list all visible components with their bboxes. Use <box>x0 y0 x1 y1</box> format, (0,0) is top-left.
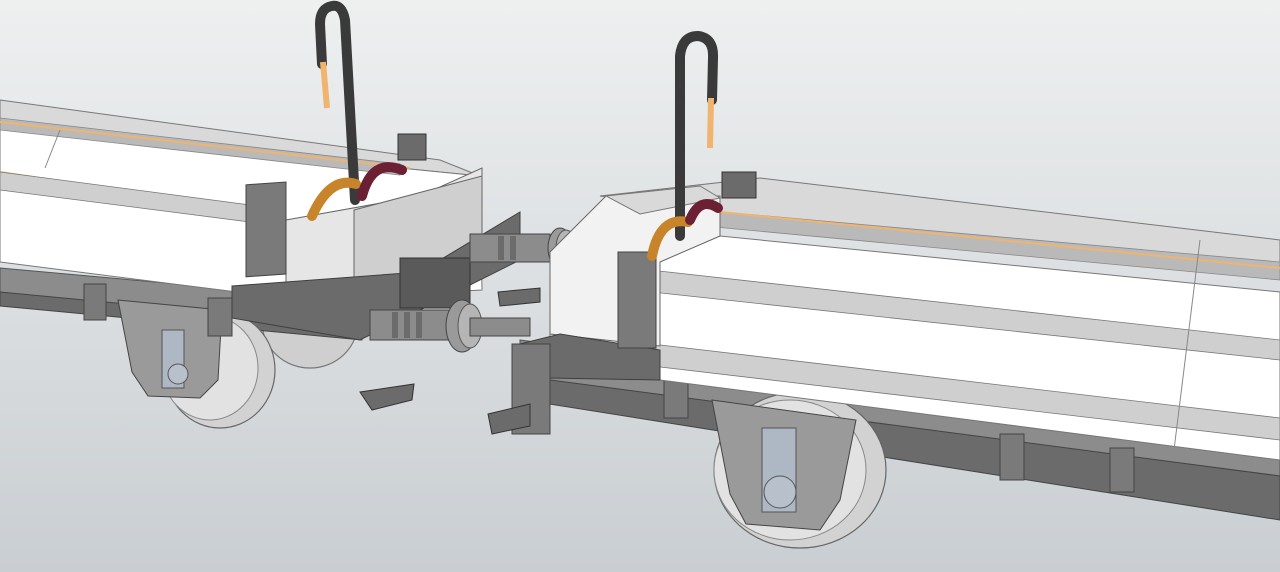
solebar-post <box>1109 447 1135 493</box>
grab-post-left <box>245 181 287 278</box>
axle-end-left <box>167 363 189 385</box>
solebar-post <box>207 297 233 337</box>
brake-pipe-tip-left <box>320 61 330 109</box>
lamp-iron-right <box>721 171 757 199</box>
lamp-iron-left <box>397 133 427 161</box>
brake-pipe-tip-right <box>707 97 714 149</box>
grab-post-right <box>617 251 657 349</box>
solebar-post <box>83 283 107 321</box>
model-viewport[interactable] <box>0 0 1280 572</box>
wagon-coupling-render <box>0 0 1280 572</box>
axle-end-right <box>763 475 797 509</box>
solebar-post <box>999 433 1025 481</box>
